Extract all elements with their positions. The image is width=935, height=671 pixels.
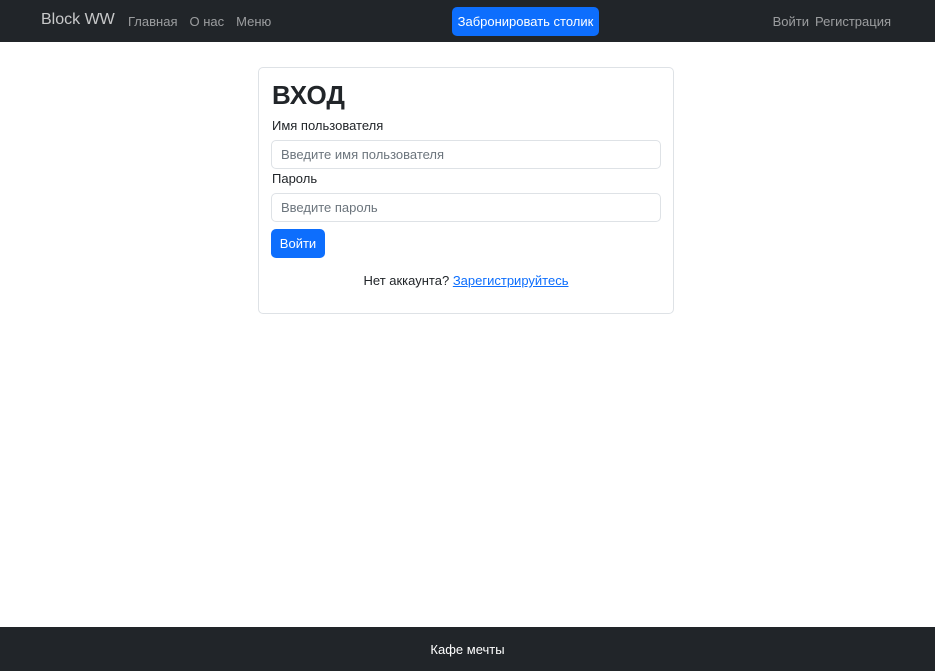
username-label: Имя пользователя (272, 118, 384, 133)
password-input[interactable] (271, 193, 661, 222)
nav-link-menu[interactable]: Меню (236, 14, 271, 29)
main-nav: Главная О нас Меню (128, 14, 271, 29)
brand-link[interactable]: Block WW (41, 11, 115, 29)
auth-nav: Войти Регистрация (773, 14, 891, 29)
login-card: ВХОД Имя пользователя Пароль Войти Нет а… (258, 67, 674, 314)
nav-link-register[interactable]: Регистрация (815, 14, 891, 29)
nav-link-login[interactable]: Войти (773, 14, 809, 29)
page-footer: Кафе мечты (0, 627, 935, 671)
nav-link-home[interactable]: Главная (128, 14, 177, 29)
register-link[interactable]: Зарегистрируйтесь (453, 273, 569, 288)
username-input[interactable] (271, 140, 661, 169)
login-title: ВХОД (272, 80, 345, 110)
book-table-button[interactable]: Забронировать столик (452, 7, 599, 36)
nav-link-about[interactable]: О нас (189, 14, 224, 29)
no-account-text: Нет аккаунта? (363, 273, 450, 288)
login-submit-button[interactable]: Войти (271, 229, 325, 258)
password-label: Пароль (272, 171, 318, 186)
footer-text: Кафе мечты (430, 641, 505, 657)
top-navbar: Block WW Главная О нас Меню Забронироват… (0, 0, 935, 42)
register-prompt: Нет аккаунта? Зарегистрируйтесь (259, 273, 673, 288)
